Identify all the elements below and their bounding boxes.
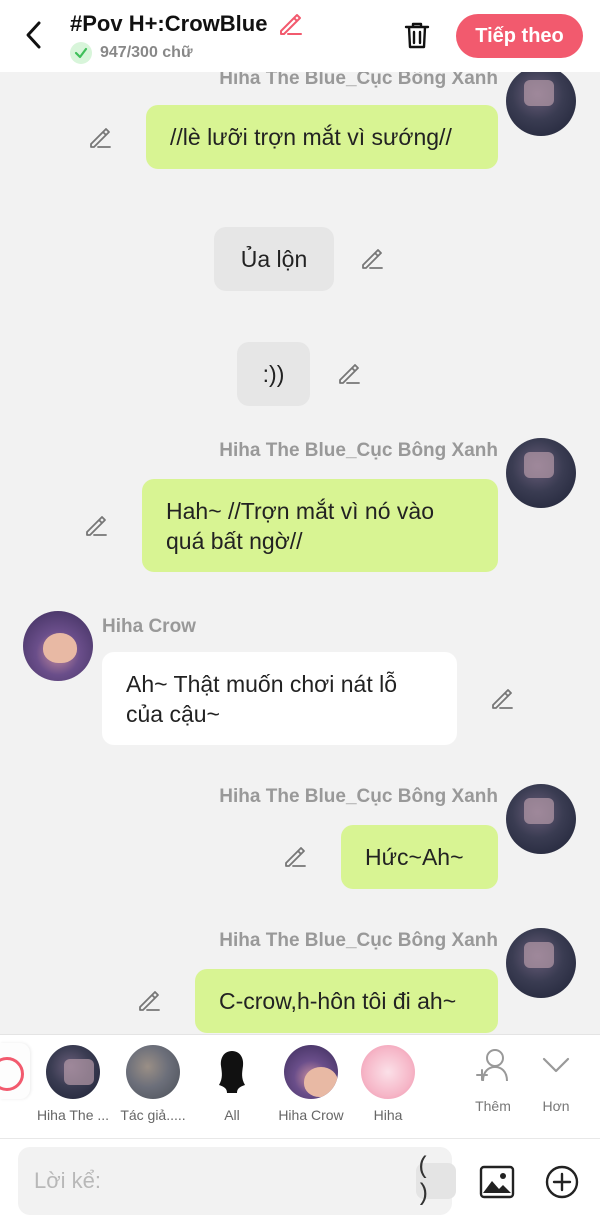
character-avatar [46,1045,100,1099]
message-bubble[interactable]: Ah~ Thật muốn chơi nát lỗ của cậu~ [102,652,457,745]
character-label: Hiha The ... [36,1107,110,1123]
edit-message-icon[interactable] [489,686,515,712]
character-label: Hiha [373,1107,403,1123]
character-avatar [284,1045,338,1099]
more-label: Hơn [542,1098,570,1114]
plus-icon[interactable] [543,1163,581,1201]
speaker-name: Hiha Crow [102,616,196,637]
character-avatar [126,1045,180,1099]
avatar[interactable] [506,784,576,854]
silhouette-icon [205,1045,259,1099]
image-icon[interactable] [478,1163,516,1201]
narration-bubble[interactable]: :)) [237,342,310,406]
speaker-name: Hiha The Blue_Cục Bông Xanh [219,440,498,461]
title-block: #Pov H+:CrowBlue 947/300 chữ [70,10,304,64]
chevron-down-icon [542,1057,570,1073]
selected-character-edge[interactable] [0,1043,30,1099]
more-button[interactable]: Hơn [526,1045,586,1114]
word-count: 947/300 chữ [100,44,193,61]
top-bar: #Pov H+:CrowBlue 947/300 chữ Tiếp theo [0,0,600,72]
trash-icon[interactable] [400,18,434,52]
character-label: All [224,1107,240,1123]
character-item[interactable]: Hiha The ... [33,1045,113,1123]
character-item[interactable]: Tác giả..... [113,1045,193,1123]
avatar[interactable] [506,928,576,998]
message-bubble[interactable]: C-crow,h-hôn tôi đi ah~ [195,969,498,1033]
message-bubble[interactable]: Hah~ //Trợn mắt vì nó vào quá bất ngờ// [142,479,498,572]
narration-bubble[interactable]: Ủa lộn [214,227,334,291]
message-bubble[interactable]: Hức~Ah~ [341,825,498,889]
speaker-name: Hiha The Blue_Cục Bông Xanh [219,786,498,807]
character-label: Hiha Crow [278,1107,344,1123]
edit-message-icon[interactable] [336,361,362,387]
avatar[interactable] [506,72,576,136]
check-icon [70,42,92,64]
composer-box[interactable]: ( ) [18,1147,456,1215]
next-button[interactable]: Tiếp theo [456,14,583,58]
character-item[interactable]: All [192,1045,272,1123]
edit-message-icon[interactable] [87,125,113,151]
speaker-name: Hiha The Blue_Cục Bông Xanh [219,930,498,951]
add-person-icon [476,1049,508,1082]
speaker-name: Hiha The Blue_Cục Bông Xanh [219,72,498,89]
edit-message-icon[interactable] [282,844,308,870]
word-count-row: 947/300 chữ [70,42,304,64]
avatar[interactable] [23,611,93,681]
parenthesis-button[interactable]: ( ) [416,1154,456,1208]
character-strip[interactable]: Hiha The ... Tác giả..... All Hiha Crow … [0,1034,600,1138]
chat-area[interactable]: Hiha The Blue_Cục Bông Xanh //lè lưỡi tr… [0,72,600,1034]
back-icon[interactable] [20,18,50,52]
edit-message-icon[interactable] [136,988,162,1014]
add-label: Thêm [475,1098,511,1114]
character-item[interactable]: Hiha Crow [271,1045,351,1123]
add-character-button[interactable]: Thêm [463,1045,523,1114]
character-label: Tác giả..... [120,1107,186,1123]
composer-bar: ( ) [0,1138,600,1224]
avatar[interactable] [506,438,576,508]
story-title[interactable]: #Pov H+:CrowBlue [70,11,267,37]
edit-title-icon[interactable] [276,10,304,38]
message-bubble[interactable]: //lè lưỡi trợn mắt vì sướng// [146,105,498,169]
edit-message-icon[interactable] [359,246,385,272]
edit-message-icon[interactable] [83,513,109,539]
narration-input[interactable] [34,1165,394,1197]
character-item[interactable]: Hiha [348,1045,428,1123]
character-avatar [361,1045,415,1099]
